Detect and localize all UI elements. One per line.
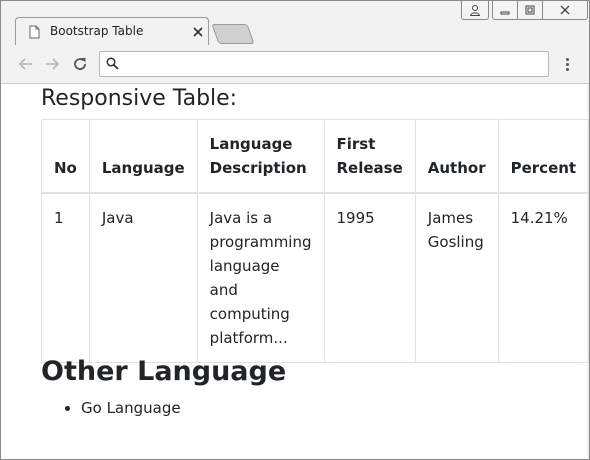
list-item: Go Language: [81, 396, 181, 420]
minimize-button[interactable]: [492, 1, 517, 20]
col-header-percent: Percent: [497, 119, 589, 194]
other-language-heading: Other Language: [41, 356, 287, 387]
arrow-left-icon[interactable]: [17, 55, 35, 73]
table-header-row: No Language Language Description First R…: [41, 119, 589, 194]
responsive-table-heading: Responsive Table:: [41, 86, 238, 111]
col-header-description: Language Description: [196, 119, 325, 194]
responsive-table: No Language Language Description First R…: [41, 119, 589, 363]
maximize-button[interactable]: [517, 1, 542, 20]
kebab-menu-icon: [565, 57, 569, 61]
cell-first-release: 1995: [323, 192, 416, 363]
tab-bootstrap-table[interactable]: Bootstrap Table: [15, 17, 209, 46]
person-icon: [469, 5, 481, 16]
window-close-button[interactable]: [542, 1, 588, 20]
profile-button[interactable]: [461, 1, 489, 20]
tab-close-icon[interactable]: [192, 26, 204, 38]
reload-icon[interactable]: [71, 55, 89, 73]
col-header-author: Author: [414, 119, 499, 194]
close-icon: [560, 5, 570, 15]
browser-window: Bootstrap Table Responsive Table: No Lan…: [0, 0, 590, 460]
arrow-right-icon[interactable]: [43, 55, 61, 73]
other-language-list: Go Language: [41, 396, 181, 420]
cell-author: James Gosling: [414, 192, 499, 363]
col-header-no: No: [41, 119, 90, 194]
minimize-icon: [500, 11, 510, 15]
cell-percent: 14.21%: [497, 192, 589, 363]
address-input[interactable]: [126, 54, 540, 74]
page-icon: [29, 25, 40, 39]
cell-language: Java: [88, 192, 198, 363]
address-bar[interactable]: [99, 51, 549, 77]
cell-no: 1: [41, 192, 90, 363]
cell-description: Java is a programming language and compu…: [196, 192, 325, 363]
page-content: Responsive Table: No Language Language D…: [1, 84, 589, 459]
maximize-icon: [525, 5, 535, 15]
browser-toolbar: [1, 45, 589, 84]
browser-menu-button[interactable]: [561, 55, 573, 73]
new-tab-button[interactable]: [211, 24, 255, 44]
tab-title: Bootstrap Table: [50, 24, 144, 38]
col-header-language: Language: [88, 119, 198, 194]
search-icon: [106, 57, 119, 70]
col-header-first-release: First Release: [323, 119, 416, 194]
table-row: 1 Java Java is a programming language an…: [41, 192, 589, 363]
